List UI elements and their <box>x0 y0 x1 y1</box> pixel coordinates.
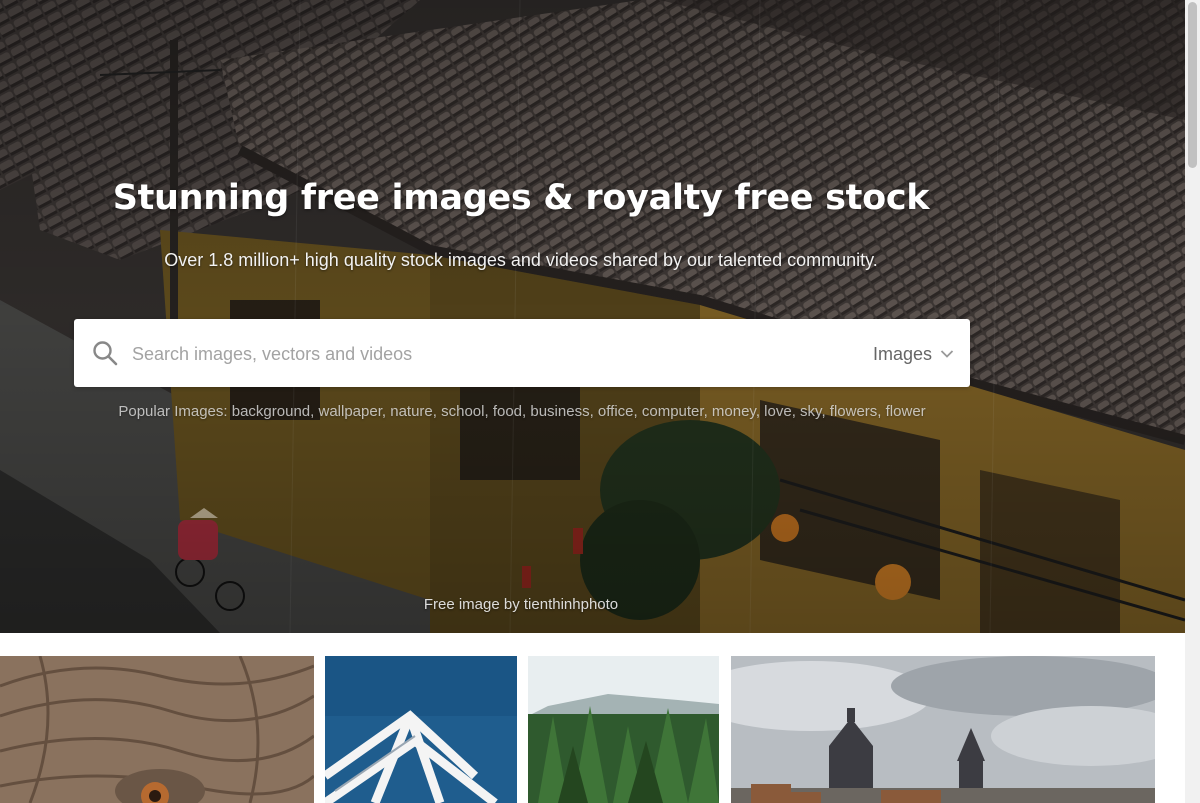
hero-title: Stunning free images & royalty free stoc… <box>112 178 930 218</box>
search-bar: Images <box>74 319 970 387</box>
popular-term-link[interactable]: wallpaper <box>319 403 382 420</box>
forest-photo <box>528 656 719 803</box>
grid-image-forest[interactable] <box>528 656 719 803</box>
elephant-eye-photo <box>0 656 314 803</box>
scrollbar-thumb[interactable] <box>1188 2 1197 168</box>
popular-terms: background, wallpaper, nature, school, f… <box>231 403 926 420</box>
popular-label: Popular Images: <box>118 403 228 420</box>
hero-section: Stunning free images & royalty free stoc… <box>0 0 1185 633</box>
page: Stunning free images & royalty free stoc… <box>0 0 1200 803</box>
popular-term-link[interactable]: nature <box>390 403 433 420</box>
popular-term-link[interactable]: school <box>441 403 484 420</box>
grid-image-elephant[interactable] <box>0 656 314 803</box>
popular-term-link[interactable]: money <box>712 403 756 420</box>
photo-credit-link[interactable]: Free image by tienthinhphoto <box>424 596 618 613</box>
grid-image-building[interactable] <box>325 656 517 803</box>
popular-term-link[interactable]: flower <box>886 403 926 420</box>
castle-town-photo <box>731 656 1155 803</box>
popular-term-link[interactable]: sky <box>800 403 821 420</box>
search-input[interactable] <box>130 333 774 375</box>
search-icon[interactable] <box>92 340 118 366</box>
popular-searches: Popular Images: background, wallpaper, n… <box>90 401 954 423</box>
image-grid <box>0 656 1185 803</box>
photo-credit: Free image by tienthinhphoto <box>0 596 1042 613</box>
popular-term-link[interactable]: food <box>493 403 522 420</box>
chevron-down-icon <box>940 350 954 358</box>
grid-image-castle[interactable] <box>731 656 1155 803</box>
media-type-label: Images <box>872 343 932 364</box>
popular-term-link[interactable]: computer <box>642 403 704 420</box>
popular-term-link[interactable]: business <box>530 403 589 420</box>
popular-term-link[interactable]: office <box>598 403 634 420</box>
popular-term-link[interactable]: flowers <box>830 403 878 420</box>
popular-term-link[interactable]: background <box>232 403 310 420</box>
page-scrollbar[interactable] <box>1185 0 1200 803</box>
hero-subtitle: Over 1.8 million+ high quality stock ima… <box>164 250 878 270</box>
building-blue-sky-photo <box>325 656 517 803</box>
media-type-dropdown[interactable]: Images <box>873 341 954 367</box>
popular-term-link[interactable]: love <box>764 403 792 420</box>
hero-background-photo <box>0 0 1185 633</box>
